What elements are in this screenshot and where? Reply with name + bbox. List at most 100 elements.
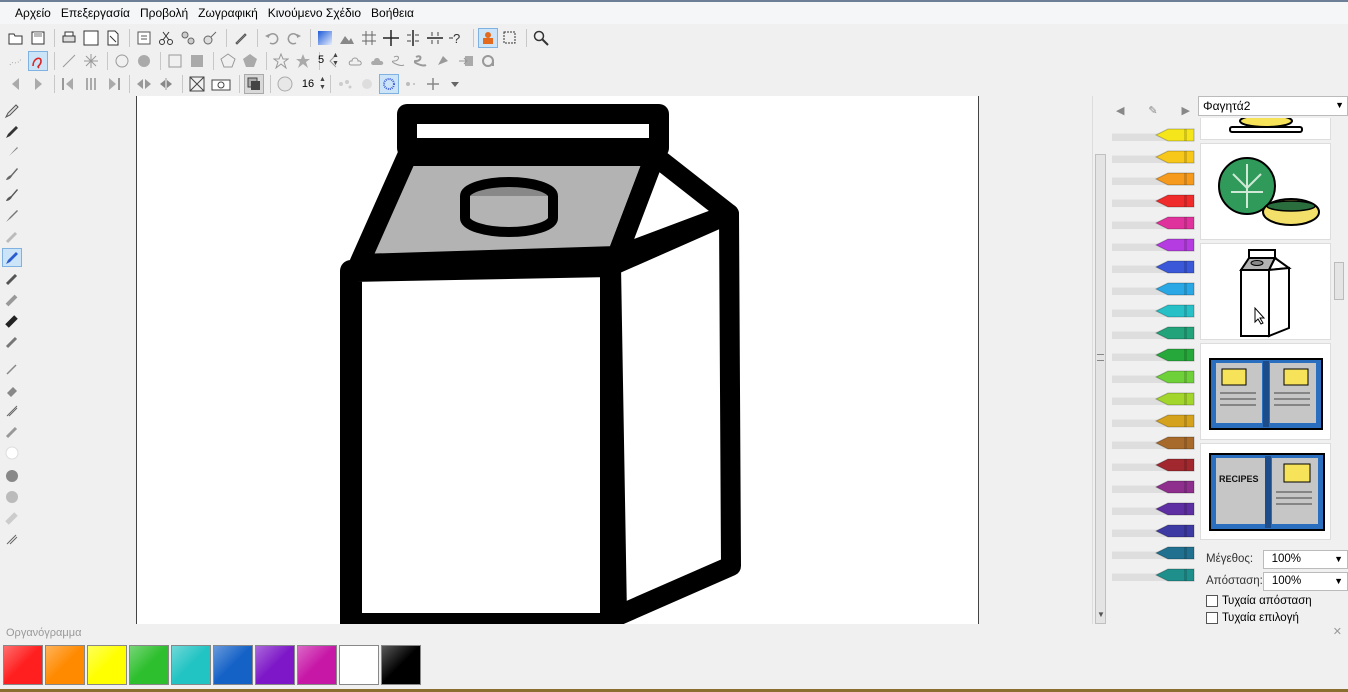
crayon-swatch[interactable] <box>1110 542 1196 564</box>
spiral-icon[interactable] <box>478 51 498 71</box>
menu-file[interactable]: Αρχείο <box>10 6 56 20</box>
flat-brush-icon[interactable] <box>2 185 22 204</box>
palette-color-swatch[interactable] <box>381 645 421 685</box>
crayon-swatch[interactable] <box>1110 146 1196 168</box>
mirror-h-icon[interactable] <box>425 28 445 48</box>
blob-icon[interactable] <box>368 51 388 71</box>
dots-icon[interactable] <box>6 51 26 71</box>
menu-paint[interactable]: Ζωγραφική <box>193 6 263 20</box>
palette-color-swatch[interactable] <box>87 645 127 685</box>
crayon-swatch[interactable] <box>1110 432 1196 454</box>
crayon-swatch[interactable] <box>1110 454 1196 476</box>
palette-color-swatch[interactable] <box>297 645 337 685</box>
felt-tip-icon[interactable] <box>2 248 22 267</box>
brush-set-icon[interactable] <box>2 529 22 548</box>
new-page-icon[interactable] <box>81 28 101 48</box>
palette-color-swatch[interactable] <box>255 645 295 685</box>
line-width-value[interactable]: 5 <box>310 54 332 66</box>
last-frame-icon[interactable] <box>103 74 123 94</box>
checkbox-icon[interactable] <box>1206 594 1218 607</box>
gallery-scrollbar-thumb[interactable] <box>1334 262 1344 300</box>
gradient-icon[interactable] <box>315 28 335 48</box>
crayon-prev-icon[interactable]: ◀ <box>1116 104 1124 117</box>
crayon-swatch[interactable] <box>1110 410 1196 432</box>
drawing-canvas[interactable] <box>136 96 979 624</box>
crayon-swatch[interactable] <box>1110 256 1196 278</box>
camera-icon[interactable] <box>209 74 233 94</box>
grid-icon[interactable] <box>359 28 379 48</box>
pentagon-filled-icon[interactable] <box>240 51 260 71</box>
crayon-swatch[interactable] <box>1110 300 1196 322</box>
circle-outline-icon[interactable] <box>112 51 132 71</box>
calligraphy-icon[interactable] <box>2 401 22 420</box>
round-brush-icon[interactable] <box>2 164 22 183</box>
pencil-icon[interactable] <box>2 101 22 120</box>
print-icon[interactable] <box>59 28 79 48</box>
palette-color-swatch[interactable] <box>3 645 43 685</box>
next-icon[interactable] <box>28 74 48 94</box>
pentagon-outline-icon[interactable] <box>218 51 238 71</box>
gallery-scrollbar[interactable] <box>1332 118 1346 546</box>
chevron-down-icon[interactable]: ▼ <box>1334 554 1343 564</box>
fine-pen-icon[interactable] <box>2 359 22 378</box>
save-icon[interactable] <box>28 28 48 48</box>
spinner-arrows-icon[interactable]: ▲ ▼ <box>319 76 326 92</box>
crayon-swatch[interactable] <box>1110 190 1196 212</box>
close-icon[interactable]: ✕ <box>1333 625 1342 638</box>
brush-size-icon[interactable] <box>275 74 295 94</box>
layers-icon[interactable] <box>244 73 264 94</box>
chalk-icon[interactable] <box>2 290 22 309</box>
wave-icon[interactable] <box>412 51 432 71</box>
burst-icon[interactable] <box>81 51 101 71</box>
line-width-spinner[interactable]: 5 ▲ ▼ <box>310 52 339 68</box>
hills-icon[interactable] <box>337 28 357 48</box>
chevron-down-icon[interactable]: ▼ <box>1334 576 1343 586</box>
sphere-icon[interactable] <box>2 466 22 485</box>
cloud-icon[interactable] <box>346 51 366 71</box>
crosshair-icon[interactable] <box>381 28 401 48</box>
crayon-swatch[interactable] <box>1110 498 1196 520</box>
chevron-down-icon[interactable]: ▼ <box>1335 100 1344 110</box>
palette-color-swatch[interactable] <box>45 645 85 685</box>
properties-icon[interactable] <box>134 28 154 48</box>
star-dots-icon[interactable] <box>401 74 421 94</box>
crayon-tool-icon[interactable] <box>2 332 22 351</box>
star-outline-icon[interactable] <box>271 51 291 71</box>
crayon-swatch[interactable] <box>1110 278 1196 300</box>
freehand-icon[interactable] <box>28 50 48 71</box>
particles-icon[interactable] <box>335 74 355 94</box>
smudge-icon[interactable] <box>2 422 22 441</box>
crayon-swatch[interactable] <box>1110 322 1196 344</box>
stamp-icon[interactable] <box>478 27 498 48</box>
flip-h-icon[interactable] <box>134 74 154 94</box>
crayon-swatch[interactable] <box>1110 564 1196 586</box>
prev-icon[interactable] <box>6 74 26 94</box>
circle-filled-icon[interactable] <box>134 51 154 71</box>
fade-brush-icon[interactable] <box>2 508 22 527</box>
square-filled-icon[interactable] <box>187 51 207 71</box>
flip-v-icon[interactable] <box>156 74 176 94</box>
crayon-swatch[interactable] <box>1110 520 1196 542</box>
checkbox-icon[interactable] <box>1206 611 1218 624</box>
splatter-icon[interactable] <box>357 74 377 94</box>
fill-shape-icon[interactable] <box>434 51 454 71</box>
copy-icon[interactable] <box>178 28 198 48</box>
gallery-item-recipe-book-open[interactable] <box>1200 343 1331 440</box>
menu-view[interactable]: Προβολή <box>135 6 193 20</box>
eraser-icon[interactable] <box>2 380 22 399</box>
crayon-swatch[interactable] <box>1110 366 1196 388</box>
crayon-swatch[interactable] <box>1110 476 1196 498</box>
crayon-swatch[interactable] <box>1110 388 1196 410</box>
redo-icon[interactable] <box>284 28 304 48</box>
gallery-item-lettuce[interactable] <box>1200 143 1331 240</box>
white-circle-icon[interactable] <box>2 443 22 462</box>
first-frame-icon[interactable] <box>59 74 79 94</box>
blur-icon[interactable] <box>2 487 22 506</box>
line-icon[interactable] <box>59 51 79 71</box>
resize-icon[interactable] <box>187 74 207 94</box>
gallery-item-milk-carton[interactable] <box>1200 243 1331 340</box>
mirror-v-icon[interactable] <box>403 28 423 48</box>
gallery-item-banana-plate[interactable] <box>1200 118 1331 140</box>
paint-brush-icon[interactable] <box>2 206 22 225</box>
zoom-icon[interactable] <box>531 28 551 48</box>
